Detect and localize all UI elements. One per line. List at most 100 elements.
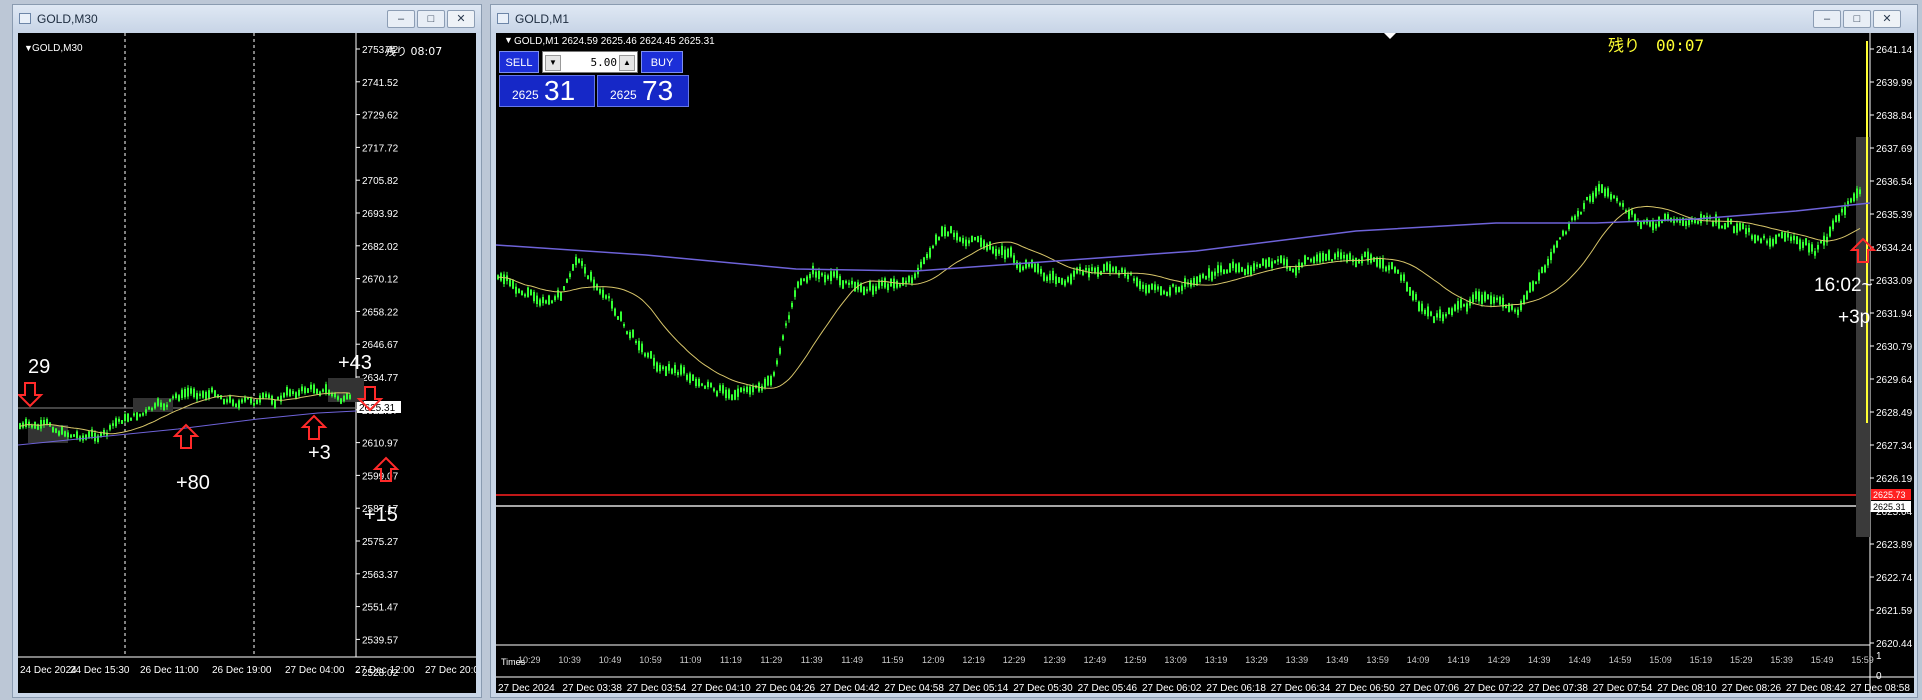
m1-chart-area[interactable]: ▼ GOLD,M1 2624.59 2625.46 2624.45 2625.3…: [496, 33, 1914, 693]
sell-button[interactable]: SELL: [499, 51, 539, 73]
candle-body: [605, 295, 607, 299]
candle-body: [635, 340, 637, 344]
candle-body: [1358, 259, 1360, 264]
candle-body: [349, 394, 351, 399]
m30-chart-area[interactable]: GOLD,M30 ▼ 残り 08:07 2753.42 2741.52 2729.6…: [18, 33, 476, 693]
candle-body: [127, 413, 129, 422]
candle-body: [1412, 291, 1414, 301]
candle-body: [1211, 271, 1213, 281]
subwindow-time-label: 12:59: [1124, 655, 1147, 665]
candle-body: [872, 285, 874, 295]
subwindow-time-label: 12:39: [1043, 655, 1066, 665]
candle-body: [1532, 281, 1534, 291]
price-tick-label: 2631.94: [1876, 309, 1913, 320]
candle-body: [52, 427, 54, 433]
candle-body: [557, 289, 559, 298]
ask-quote[interactable]: 2625 73: [597, 75, 689, 107]
candle-body: [668, 364, 670, 371]
candle-body: [1328, 250, 1330, 260]
candle-body: [1271, 261, 1273, 268]
candle-body: [1481, 294, 1483, 304]
candle-body: [1844, 205, 1846, 215]
candle-body: [647, 353, 649, 358]
candle-body: [725, 389, 727, 399]
chart-symbol-label: GOLD,M30: [32, 43, 83, 54]
candle-body: [1796, 236, 1798, 245]
candle-body: [208, 390, 210, 399]
m30-price-chart[interactable]: GOLD,M30 ▼ 残り 08:07 2753.422741.522729.6…: [18, 33, 476, 693]
candle-body: [175, 393, 177, 399]
candle-body: [1517, 309, 1519, 316]
candle-body: [602, 289, 604, 298]
volume-increase-icon[interactable]: ▲: [619, 55, 635, 71]
volume-decrease-icon[interactable]: ▼: [545, 55, 561, 71]
time-tick-label: 27 Dec 04:00: [285, 665, 345, 676]
candle-body: [830, 271, 832, 281]
candle-body: [1508, 303, 1510, 312]
gold-m1-window[interactable]: GOLD,M1 – □ ✕ ▼ GOLD,M1 2624.59 2625.46 …: [490, 4, 1918, 698]
candle-body: [1853, 193, 1855, 202]
candle-body: [821, 273, 823, 276]
candle-body: [1247, 265, 1249, 275]
volume-field[interactable]: ▼ 5.00 ▲: [542, 51, 638, 73]
window-titlebar[interactable]: GOLD,M1 – □ ✕: [491, 5, 1917, 33]
candle-body: [704, 385, 706, 389]
candle-body: [812, 265, 814, 275]
candle-body: [313, 384, 315, 394]
candle-body: [833, 271, 835, 277]
candle-body: [698, 378, 700, 387]
candle-body: [899, 284, 901, 287]
candle-body: [578, 258, 580, 263]
candle-body: [229, 395, 231, 403]
candle-body: [1361, 256, 1363, 264]
candle-body: [1241, 267, 1243, 272]
candle-body: [623, 323, 625, 327]
chart-shift-marker-icon[interactable]: [1384, 33, 1396, 39]
close-button[interactable]: ✕: [1873, 10, 1901, 28]
m1-price-chart[interactable]: ▼ GOLD,M1 2624.59 2625.46 2624.45 2625.3…: [496, 33, 1914, 693]
candle-body: [938, 236, 940, 241]
candle-body: [1718, 218, 1720, 229]
candle-body: [1037, 263, 1039, 273]
candle-body: [1199, 275, 1201, 283]
volume-value[interactable]: 5.00: [591, 56, 618, 69]
candle-body: [1028, 263, 1030, 267]
minimize-button[interactable]: –: [387, 10, 415, 28]
candle-body: [160, 402, 162, 407]
candle-body: [1766, 240, 1768, 244]
candle-body: [166, 404, 168, 408]
candle-body: [1406, 282, 1408, 292]
time-tick-label: 24 Dec 15:30: [70, 665, 130, 676]
candle-body: [671, 368, 673, 374]
candle-body: [851, 280, 853, 285]
window-titlebar[interactable]: GOLD,M30 – □ ✕: [13, 5, 481, 33]
candle-body: [1103, 264, 1105, 273]
time-tick-label: 27 Dec 20:00: [425, 665, 476, 676]
candle-body: [1817, 244, 1819, 250]
candle-body: [572, 264, 574, 271]
candle-body: [941, 226, 943, 237]
maximize-button[interactable]: □: [417, 10, 445, 28]
candle-body: [310, 384, 312, 390]
candle-body: [202, 391, 204, 398]
symbol-dropdown-icon[interactable]: ▼: [504, 35, 513, 45]
candle-body: [1151, 283, 1153, 290]
maximize-button[interactable]: □: [1843, 10, 1871, 28]
buy-button[interactable]: BUY: [641, 51, 683, 73]
bid-quote[interactable]: 2625 31: [499, 75, 595, 107]
close-button[interactable]: ✕: [447, 10, 475, 28]
candle-body: [214, 390, 216, 397]
candle-body: [974, 236, 976, 241]
candle-body: [737, 388, 739, 397]
minimize-button[interactable]: –: [1813, 10, 1841, 28]
candle-body: [1262, 258, 1264, 266]
gold-m30-window[interactable]: GOLD,M30 – □ ✕ GOLD,M30 ▼ 残り 08:07 2753.…: [12, 4, 482, 698]
candle-body: [797, 281, 799, 288]
subwindow-time-label: 15:39: [1770, 655, 1793, 665]
symbol-dropdown-icon[interactable]: ▼: [24, 43, 33, 53]
time-tick-label: 27 Dec 06:18: [1206, 683, 1266, 693]
candle-body: [1316, 254, 1318, 262]
candle-body: [776, 360, 778, 365]
price-tick-label: 2682.02: [362, 242, 399, 253]
price-tick-label: 2636.54: [1876, 177, 1913, 188]
